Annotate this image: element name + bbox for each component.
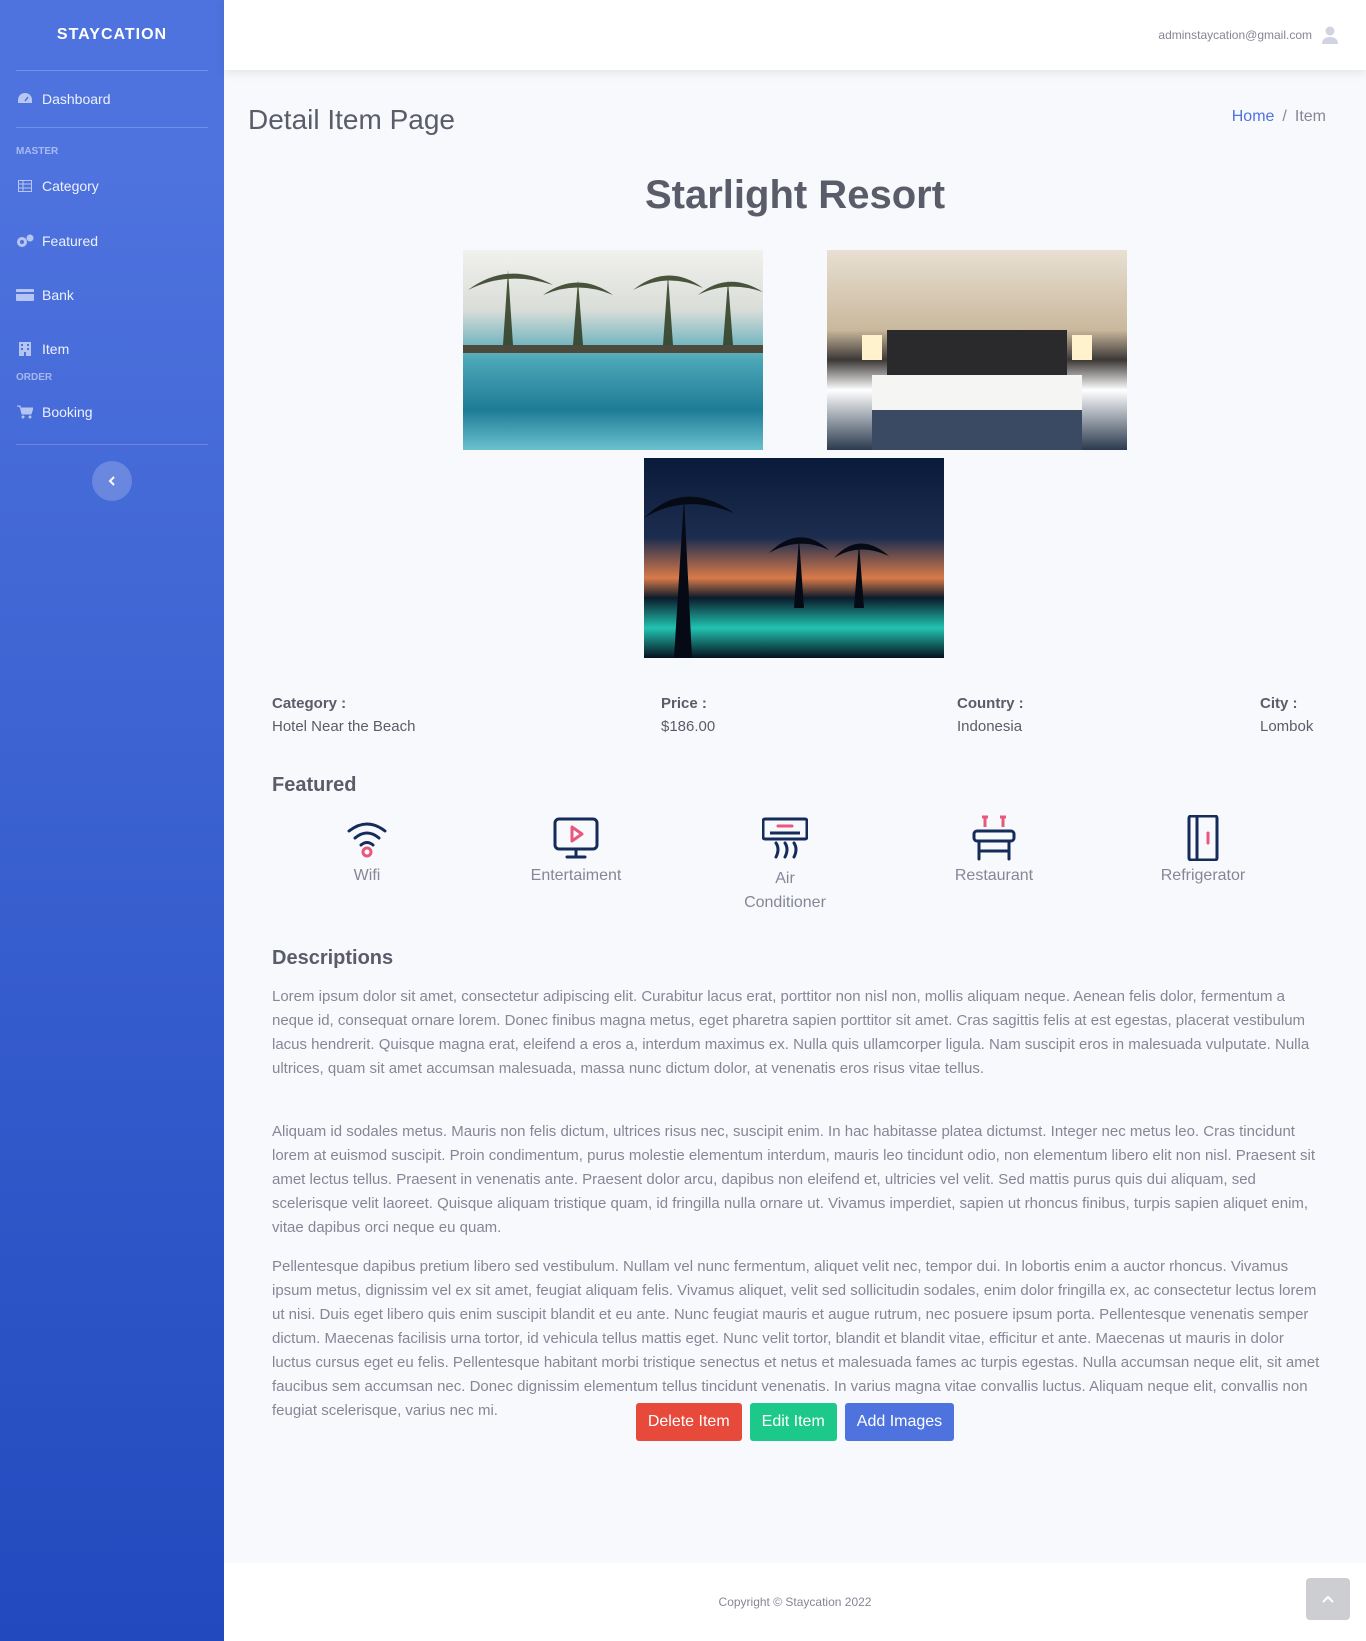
main-content: Detail Item Page Home / Item Starlight R… <box>224 70 1366 1441</box>
sidebar-item-label: Bank <box>42 287 74 303</box>
sidebar-item-featured[interactable]: Featured <box>0 208 224 274</box>
chevron-left-icon <box>108 476 115 486</box>
sidebar-heading-master: MASTER <box>16 145 59 157</box>
feature-air-conditioner: Air Conditioner <box>705 815 865 915</box>
user-icon <box>1322 26 1338 44</box>
sidebar-item-label: Item <box>42 341 70 357</box>
copyright-text: Copyright © Staycation 2022 <box>718 1595 872 1609</box>
add-images-button[interactable]: Add Images <box>844 1403 955 1441</box>
dining-table-icon <box>972 815 1016 861</box>
feature-label: Entertaiment <box>530 867 622 884</box>
country-label: Country : <box>957 695 1024 712</box>
feature-label: Refrigerator <box>1160 867 1246 884</box>
chevron-up-icon <box>1322 1595 1334 1603</box>
city-value: Lombok <box>1260 718 1314 735</box>
feature-entertainment: Entertaiment <box>496 815 656 885</box>
scroll-to-top-button[interactable] <box>1306 1578 1350 1620</box>
cogs-icon <box>16 234 34 248</box>
wifi-icon <box>347 822 387 858</box>
table-icon <box>16 179 34 193</box>
sidebar-divider <box>16 444 208 445</box>
info-category: Category : Hotel Near the Beach <box>272 695 415 735</box>
sidebar-item-label: Booking <box>42 404 93 420</box>
item-photo-pool <box>463 250 763 450</box>
edit-item-button[interactable]: Edit Item <box>749 1403 837 1441</box>
user-menu[interactable]: adminstaycation@gmail.com <box>1158 26 1338 44</box>
breadcrumb-current: Item <box>1294 108 1326 125</box>
info-price: Price : $186.00 <box>661 695 715 735</box>
feature-label: Restaurant <box>954 867 1034 884</box>
city-label: City : <box>1260 695 1298 712</box>
item-photo-bedroom <box>827 250 1127 450</box>
description-paragraph: Lorem ipsum dolor sit amet, consectetur … <box>272 988 1310 1077</box>
shopping-cart-icon <box>16 405 34 419</box>
refrigerator-icon <box>1187 815 1219 861</box>
air-conditioner-icon <box>762 817 808 859</box>
descriptions-heading: Descriptions <box>272 947 394 969</box>
price-value: $186.00 <box>661 718 716 735</box>
building-icon <box>16 342 34 356</box>
feature-label: Wifi <box>353 867 381 884</box>
sidebar-item-bank[interactable]: Bank <box>0 274 224 316</box>
category-label: Category : <box>272 695 347 712</box>
sidebar-divider <box>16 127 208 128</box>
page-header: Detail Item Page Home / Item <box>224 70 1366 170</box>
sidebar-item-label: Dashboard <box>42 91 111 107</box>
info-country: Country : Indonesia <box>957 695 1024 735</box>
description-paragraph: Pellentesque dapibus pretium libero sed … <box>272 1258 1320 1419</box>
feature-label: Air Conditioner <box>744 870 826 911</box>
topbar: adminstaycation@gmail.com <box>224 0 1366 70</box>
tv-icon <box>553 817 599 859</box>
sidebar-toggle-button[interactable] <box>92 461 132 501</box>
sidebar-heading-order: ORDER <box>16 371 53 383</box>
item-name: Starlight Resort <box>644 173 946 217</box>
sidebar-item-label: Featured <box>42 233 99 249</box>
featured-heading: Featured <box>272 774 357 796</box>
sidebar-item-booking[interactable]: Booking <box>0 390 224 434</box>
feature-refrigerator: Refrigerator <box>1123 815 1283 885</box>
description-paragraph: Aliquam id sodales metus. Mauris non fel… <box>272 1123 1315 1236</box>
brand-logo[interactable]: STAYCATION <box>0 0 224 70</box>
breadcrumb: Home / Item <box>1232 108 1326 126</box>
sidebar-item-dashboard[interactable]: Dashboard <box>0 71 224 127</box>
breadcrumb-home-link[interactable]: Home <box>1232 108 1275 126</box>
page-title: Detail Item Page <box>248 104 455 135</box>
feature-wifi: Wifi <box>287 815 447 885</box>
footer: Copyright © Staycation 2022 <box>224 1563 1366 1641</box>
credit-card-icon <box>16 288 34 302</box>
feature-restaurant: Restaurant <box>914 815 1074 885</box>
price-label: Price : <box>661 695 707 712</box>
info-city: City : Lombok <box>1260 695 1313 735</box>
breadcrumb-separator: / <box>1282 108 1287 125</box>
item-photo-night-beach <box>644 458 944 658</box>
action-buttons: Delete Item Edit Item Add Images <box>224 1403 1366 1441</box>
country-value: Indonesia <box>957 718 1023 735</box>
tachometer-icon <box>16 92 34 106</box>
delete-item-button[interactable]: Delete Item <box>635 1403 742 1441</box>
user-email: adminstaycation@gmail.com <box>1158 28 1312 42</box>
sidebar-item-category[interactable]: Category <box>0 164 224 208</box>
sidebar-item-label: Category <box>42 178 99 194</box>
sidebar: STAYCATION Dashboard MASTER Category Fea… <box>0 0 224 1641</box>
category-value: Hotel Near the Beach <box>272 718 416 735</box>
